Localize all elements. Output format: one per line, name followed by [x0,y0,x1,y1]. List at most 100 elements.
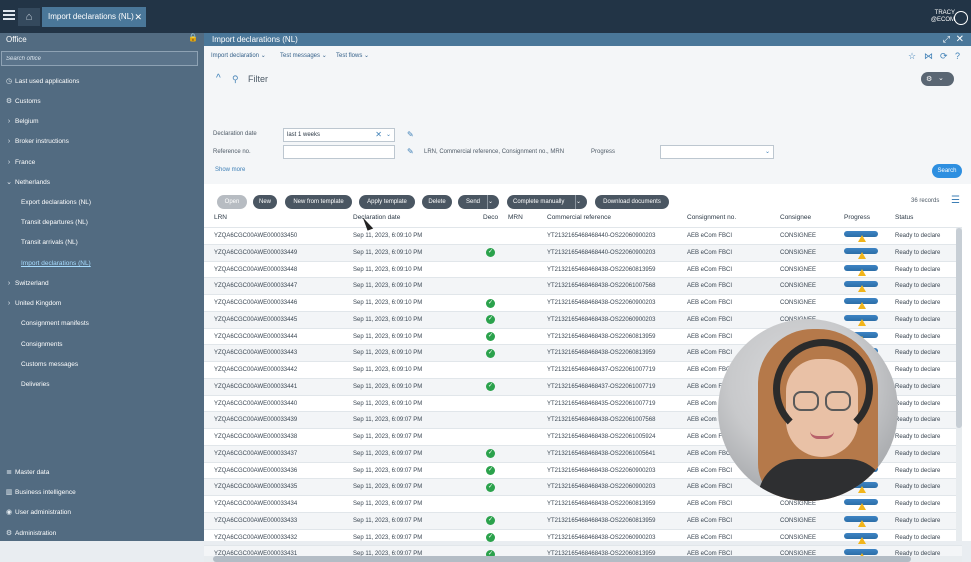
sidebar-item[interactable]: › France [0,154,204,172]
table-row[interactable]: YZQA6CGC00AWE000033450 Sep 11, 2023, 6:09… [204,227,962,244]
sidebar-item[interactable]: Transit arrivals (NL) [0,234,204,252]
cell-status: Ready to declare [895,266,941,273]
scrollbar-thumb[interactable] [213,556,911,562]
tab-close-icon[interactable]: ✕ [134,7,142,27]
menu-test-messages[interactable]: Test messages ⌄ [280,52,327,59]
sidebar-item[interactable]: ≣ Master data [0,464,204,482]
check-icon: ✓ [486,298,495,308]
sidebar-item[interactable]: › United Kingdom [0,295,204,313]
sidebar-item-label: Master data [15,469,50,476]
chevron-down-icon[interactable]: ⌄ [386,129,391,141]
horizontal-scrollbar[interactable] [204,556,962,562]
apply-template-button[interactable]: Apply template [359,195,415,209]
search-button[interactable]: Search [932,164,962,178]
sidebar-item[interactable]: ⚙ Customs [0,93,204,111]
table-row[interactable]: YZQA6CGC00AWE000033446 Sep 11, 2023, 6:09… [204,294,962,311]
sidebar-item[interactable]: ◷ Last used applications [0,73,204,91]
sidebar-item[interactable]: Export declarations (NL) [0,194,204,212]
user-avatar-icon[interactable] [954,11,968,25]
cell-lrn: YZQA6CGC00AWE000033442 [214,367,298,373]
cell-status: Ready to declare [895,434,941,440]
complete-manually-button[interactable]: Complete manually ⌄ [507,195,587,209]
close-icon[interactable]: ✕ [956,33,964,46]
sidebar-item-label: Consignments [21,341,63,348]
table-row[interactable]: YZQA6CGC00AWE000033445 Sep 11, 2023, 6:09… [204,310,962,328]
collapse-icon[interactable]: ^ [216,73,221,84]
cell-status: Ready to declare [895,534,941,541]
declaration-date-field[interactable]: last 1 weeks ✕ ⌄ [283,128,395,142]
reference-input[interactable] [283,145,395,159]
sidebar-item[interactable]: ⚙ Administration [0,525,204,543]
sidebar-item[interactable]: › Belgium [0,113,204,131]
columns-icon[interactable]: ☰ [951,195,960,206]
send-button[interactable]: Send ⌄ [458,195,499,209]
chart-icon: ▥ [5,489,13,496]
share-icon[interactable]: ⋈ [924,51,933,62]
tab-import-declarations[interactable]: Import declarations (NL) ✕ [42,7,146,27]
col-progress[interactable]: Progress [844,214,870,221]
table-row[interactable]: YZQA6CGC00AWE000033448 Sep 11, 2023, 6:09… [204,260,962,278]
table-row[interactable]: YZQA6CGC00AWE000033447 Sep 11, 2023, 6:09… [204,277,962,295]
sidebar-item[interactable]: Consignment manifests [0,315,204,333]
menu-test-flows[interactable]: Test flows ⌄ [336,52,369,59]
hamburger-menu-icon[interactable] [3,10,15,20]
sidebar-item[interactable]: ◉ User administration [0,504,204,522]
cell-date: Sep 11, 2023, 6:09:10 PM [353,316,423,323]
cell-cons: AEB eCom FBCI [687,283,733,290]
settings-button[interactable]: ⚙ ⌄ [921,72,954,86]
sidebar-item[interactable]: Transit departures (NL) [0,214,204,232]
sidebar-item[interactable]: Import declarations (NL) [0,255,204,273]
progress-select[interactable]: ⌄ [660,145,774,159]
table-row[interactable]: YZQA6CGC00AWE000033433 Sep 11, 2023, 6:09… [204,511,962,529]
menu-import-declaration[interactable]: Import declaration ⌄ [211,52,266,59]
help-icon[interactable]: ? [955,51,960,61]
open-button[interactable]: Open [217,195,247,209]
vertical-scrollbar[interactable] [956,228,962,541]
cell-date: Sep 11, 2023, 6:09:10 PM [353,383,423,390]
star-icon[interactable]: ☆ [908,51,916,62]
sidebar-item[interactable]: ⌄ Netherlands [0,174,204,192]
home-button[interactable]: ⌂ [18,8,40,26]
edit-icon[interactable]: ✎ [407,147,414,156]
sidebar-item[interactable]: › Broker instructions [0,133,204,151]
col-deco[interactable]: Deco [483,214,498,221]
cell-ref: YT2132165468468438-OS22060813959 [547,350,656,357]
new-from-template-button[interactable]: New from template [285,195,352,209]
col-commercial-reference[interactable]: Commercial reference [547,214,611,221]
check-icon: ✓ [486,382,495,392]
scrollbar-thumb[interactable] [956,228,962,428]
popout-icon[interactable]: ⤢ [943,33,950,46]
col-mrn[interactable]: MRN [508,214,523,221]
col-consignee[interactable]: Consignee [780,214,811,221]
sidebar-item[interactable]: › Switzerland [0,275,204,293]
sidebar-item[interactable]: ▥ Business intelligence [0,484,204,502]
col-lrn[interactable]: LRN [214,214,227,221]
sidebar-item[interactable]: Customs messages [0,356,204,374]
sidebar-item[interactable]: Consignments [0,336,204,354]
lock-icon[interactable]: 🔒 [188,33,198,42]
col-consignment-no[interactable]: Consignment no. [687,214,736,221]
warning-icon [858,251,866,259]
warning-icon [858,235,866,242]
cell-lrn: YZQA6CGC00AWE000033439 [214,417,298,424]
refresh-icon[interactable]: ⟳ [940,51,948,62]
cell-ref: YT2132165468468435-OS22061007719 [547,400,656,407]
show-more-link[interactable]: Show more [215,167,245,173]
chevron-down-icon[interactable]: ⌄ [487,195,499,209]
edit-icon[interactable]: ✎ [407,130,414,139]
search-office-input[interactable] [1,51,198,66]
table-row[interactable]: YZQA6CGC00AWE000033432 Sep 11, 2023, 6:09… [204,528,962,546]
chevron-down-icon[interactable]: ⌄ [575,195,587,209]
table-row[interactable]: YZQA6CGC00AWE000033449 Sep 11, 2023, 6:09… [204,243,962,261]
cell-lrn: YZQA6CGC00AWE000033449 [214,249,298,256]
download-documents-button[interactable]: Download documents [595,195,669,209]
clear-icon[interactable]: ✕ [375,129,382,141]
complete-manually-label: Complete manually [513,199,565,205]
col-declaration-date[interactable]: Declaration date [353,214,400,221]
col-status[interactable]: Status [895,214,913,221]
sidebar-item[interactable]: Deliveries [0,376,204,394]
new-button[interactable]: New [253,195,277,209]
declaration-date-label: Declaration date [213,131,257,137]
delete-button[interactable]: Delete [422,195,452,209]
chevron-down-icon[interactable]: ⌄ [765,146,770,158]
